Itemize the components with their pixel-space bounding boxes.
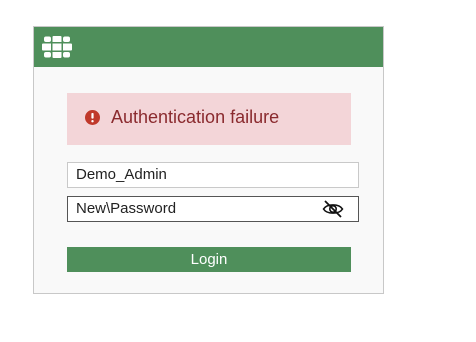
- username-field[interactable]: [67, 162, 359, 188]
- eye-slash-icon[interactable]: [320, 197, 346, 221]
- error-message-box: Authentication failure: [67, 93, 351, 145]
- fortinet-logo-icon: [42, 36, 72, 58]
- error-message-text: Authentication failure: [111, 107, 280, 127]
- login-button[interactable]: Login: [67, 247, 351, 272]
- login-card: Authentication failure Login: [33, 26, 384, 294]
- card-header: [34, 27, 383, 67]
- password-field[interactable]: [67, 196, 359, 222]
- exclamation-circle-icon: [85, 110, 100, 125]
